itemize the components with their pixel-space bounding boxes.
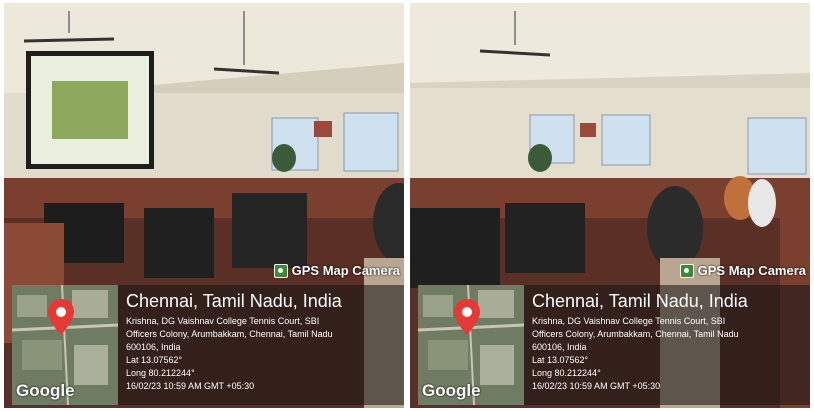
address-line-3: 600106, India <box>532 342 587 352</box>
map-brand: Google <box>16 381 75 400</box>
gps-camera-label: GPS Map Camera <box>679 263 806 278</box>
stamp-info: Chennai, Tamil Nadu, India Krishna, DG V… <box>118 285 350 405</box>
photo-pair: GPS Map Camera Google Chennai, Tamil Nad… <box>0 0 814 411</box>
timestamp: 16/02/23 10:59 AM GMT +05:30 <box>532 381 661 391</box>
location-city: Chennai, Tamil Nadu, India <box>532 291 748 311</box>
location-city: Chennai, Tamil Nadu, India <box>126 291 342 311</box>
camera-icon <box>273 263 288 278</box>
address-line-2: Officers Colony, Arumbakkam, Chennai, Ta… <box>126 329 333 339</box>
longitude: Long 80.212244° <box>532 368 601 378</box>
camera-label-text: GPS Map Camera <box>697 263 806 278</box>
address-line-1: Krishna, DG Vaishnav College Tennis Cour… <box>126 316 320 326</box>
map-thumbnail: Google <box>418 285 524 405</box>
timestamp: 16/02/23 10:59 AM GMT +05:30 <box>126 381 255 391</box>
latitude: Lat 13.07562° <box>126 355 183 365</box>
stamp-info: Chennai, Tamil Nadu, India Krishna, DG V… <box>524 285 756 405</box>
location-pin-icon <box>454 299 480 335</box>
map-thumbnail: Google <box>12 285 118 405</box>
latitude: Lat 13.07562° <box>532 355 589 365</box>
longitude: Long 80.212244° <box>126 368 195 378</box>
photo-right: GPS Map Camera Google Chennai, Tamil Nad… <box>410 3 810 408</box>
map-brand: Google <box>422 381 481 400</box>
gps-camera-label: GPS Map Camera <box>273 263 400 278</box>
camera-icon <box>679 263 694 278</box>
photo-left: GPS Map Camera Google Chennai, Tamil Nad… <box>4 3 404 408</box>
gps-stamp-overlay: Google Chennai, Tamil Nadu, India Krishn… <box>418 285 810 405</box>
address-line-3: 600106, India <box>126 342 181 352</box>
camera-label-text: GPS Map Camera <box>291 263 400 278</box>
address-line-1: Krishna, DG Vaishnav College Tennis Cour… <box>532 316 726 326</box>
location-pin-icon <box>48 299 74 335</box>
gps-stamp-overlay: Google Chennai, Tamil Nadu, India Krishn… <box>12 285 404 405</box>
address-line-2: Officers Colony, Arumbakkam, Chennai, Ta… <box>532 329 739 339</box>
